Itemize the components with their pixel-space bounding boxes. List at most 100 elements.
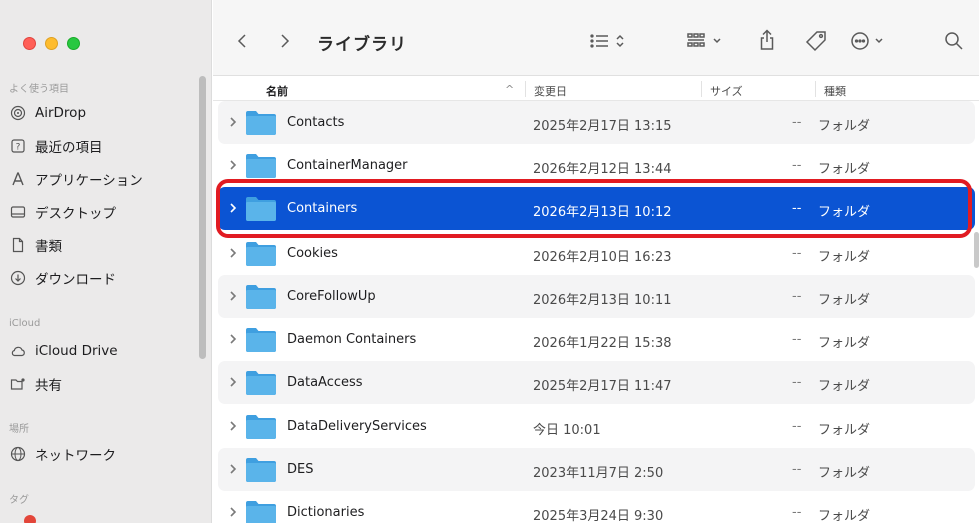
disclosure-chevron-icon[interactable] (228, 202, 238, 214)
grid-group-icon (687, 33, 721, 47)
sidebar-item-label: iCloud Drive (35, 343, 118, 359)
more-actions-button[interactable] (850, 30, 892, 52)
disclosure-chevron-icon[interactable] (228, 333, 238, 345)
disclosure-chevron-icon[interactable] (228, 506, 238, 518)
ellipsis-circle-icon (851, 32, 883, 50)
folder-icon (245, 283, 277, 310)
search-button[interactable] (943, 30, 965, 52)
folder-icon (245, 240, 277, 267)
folder-icon (245, 413, 277, 440)
sidebar-item-network[interactable]: ネットワーク (0, 441, 200, 467)
file-row[interactable]: Daemon Containers 2026年1月22日 15:38 -- フォルダ (218, 318, 975, 361)
file-date: 2026年2月13日 10:11 (533, 293, 672, 308)
file-row[interactable]: DES 2023年11月7日 2:50 -- フォルダ (218, 448, 975, 491)
disclosure-chevron-icon[interactable] (228, 290, 238, 302)
desktop-icon (8, 203, 28, 221)
tag-button[interactable] (804, 29, 828, 53)
column-header-name[interactable]: 名前 (266, 83, 288, 99)
folder-icon (245, 326, 277, 353)
column-header-size[interactable]: サイズ (710, 83, 743, 99)
file-kind: フォルダ (818, 119, 871, 134)
file-size: -- (792, 419, 802, 434)
sidebar-item-recents[interactable]: ? 最近の項目 (0, 133, 200, 159)
sidebar-item-label: ネットワーク (35, 448, 116, 464)
sidebar-section-tags: タグ (9, 495, 29, 506)
column-divider[interactable] (701, 81, 702, 97)
file-kind: フォルダ (818, 205, 871, 220)
sidebar-item-documents[interactable]: 書類 (0, 232, 200, 258)
sidebar-item-downloads[interactable]: ダウンロード (0, 265, 200, 291)
sidebar-item-shared[interactable]: 共有 (0, 371, 200, 397)
sidebar-item-icloud-drive[interactable]: iCloud Drive (0, 338, 200, 364)
window-title: ライブラリ (317, 35, 407, 55)
download-icon (8, 269, 28, 287)
sidebar-item-airdrop[interactable]: AirDrop (0, 100, 200, 126)
file-kind: フォルダ (818, 162, 871, 177)
file-date: 2026年1月22日 15:38 (533, 336, 672, 351)
sidebar-item-label: 最近の項目 (35, 140, 103, 156)
file-list: Contacts 2025年2月17日 13:15 -- フォルダ ContainerM… (213, 101, 979, 523)
minimize-window-button[interactable] (45, 37, 58, 50)
file-kind: フォルダ (818, 466, 871, 481)
shared-folder-icon (8, 375, 28, 393)
finder-window: よく使う項目 AirDrop ? 最近の項目 アプリケーション デスクトップ 書… (0, 0, 979, 523)
file-date: 2025年3月24日 9:30 (533, 509, 664, 523)
disclosure-chevron-icon[interactable] (228, 376, 238, 388)
file-kind: フォルダ (818, 423, 871, 438)
sidebar-item-label: 書類 (35, 239, 62, 255)
column-divider[interactable] (815, 81, 816, 97)
sidebar-item-desktop[interactable]: デスクトップ (0, 199, 200, 225)
file-row[interactable]: CoreFollowUp 2026年2月13日 10:11 -- フォルダ (218, 275, 975, 318)
file-size: -- (792, 462, 802, 477)
file-row[interactable]: Contacts 2025年2月17日 13:15 -- フォルダ (218, 101, 975, 144)
column-divider[interactable] (525, 81, 526, 97)
disclosure-chevron-icon[interactable] (228, 463, 238, 475)
file-date: 2026年2月12日 13:44 (533, 162, 672, 177)
chevron-right-icon (281, 34, 290, 48)
sidebar-section-locations: 場所 (9, 424, 29, 435)
sidebar-item-applications[interactable]: アプリケーション (0, 166, 200, 192)
file-name: Cookies (287, 246, 338, 261)
list-view-icon (590, 34, 624, 48)
sidebar: よく使う項目 AirDrop ? 最近の項目 アプリケーション デスクトップ 書… (0, 0, 212, 523)
sidebar-item-label: 共有 (35, 378, 62, 394)
file-row[interactable]: Containers 2026年2月13日 10:12 -- フォルダ (218, 187, 975, 230)
file-row[interactable]: DataAccess 2025年2月17日 11:47 -- フォルダ (218, 361, 975, 404)
close-window-button[interactable] (23, 37, 36, 50)
sidebar-scrollbar[interactable] (199, 76, 206, 359)
disclosure-chevron-icon[interactable] (228, 159, 238, 171)
zoom-window-button[interactable] (67, 37, 80, 50)
view-mode-button[interactable] (587, 30, 633, 52)
file-size: -- (792, 115, 802, 130)
column-header-date[interactable]: 変更日 (534, 83, 567, 99)
chevron-left-icon (237, 34, 246, 48)
sidebar-section-icloud: iCloud (9, 318, 41, 329)
svg-text:?: ? (16, 143, 21, 153)
file-list-scrollbar[interactable] (974, 232, 979, 268)
disclosure-chevron-icon[interactable] (228, 116, 238, 128)
tag-red-dot[interactable] (24, 515, 36, 523)
back-button[interactable] (233, 31, 251, 51)
file-row[interactable]: ContainerManager 2026年2月12日 13:44 -- フォルダ (218, 144, 975, 187)
forward-button[interactable] (276, 31, 294, 51)
file-name: Dictionaries (287, 505, 365, 520)
network-globe-icon (8, 445, 28, 463)
sidebar-item-label: デスクトップ (35, 206, 116, 222)
file-size: -- (792, 158, 802, 173)
file-size: -- (792, 375, 802, 390)
group-button[interactable] (686, 30, 730, 52)
folder-icon (245, 456, 277, 483)
file-row[interactable]: DataDeliveryServices 今日 10:01 -- フォルダ (218, 405, 975, 448)
share-button[interactable] (756, 27, 778, 53)
disclosure-chevron-icon[interactable] (228, 247, 238, 259)
disclosure-chevron-icon[interactable] (228, 420, 238, 432)
file-row[interactable]: Cookies 2026年2月10日 16:23 -- フォルダ (218, 232, 975, 275)
file-row[interactable]: Dictionaries 2025年3月24日 9:30 -- フォルダ (218, 491, 975, 523)
search-icon (945, 32, 963, 50)
column-header-kind[interactable]: 種類 (824, 83, 846, 99)
file-size: -- (792, 289, 802, 304)
window-controls (23, 37, 80, 50)
sidebar-item-label: アプリケーション (35, 173, 143, 189)
file-name: ContainerManager (287, 158, 408, 173)
tag-icon (805, 31, 826, 52)
